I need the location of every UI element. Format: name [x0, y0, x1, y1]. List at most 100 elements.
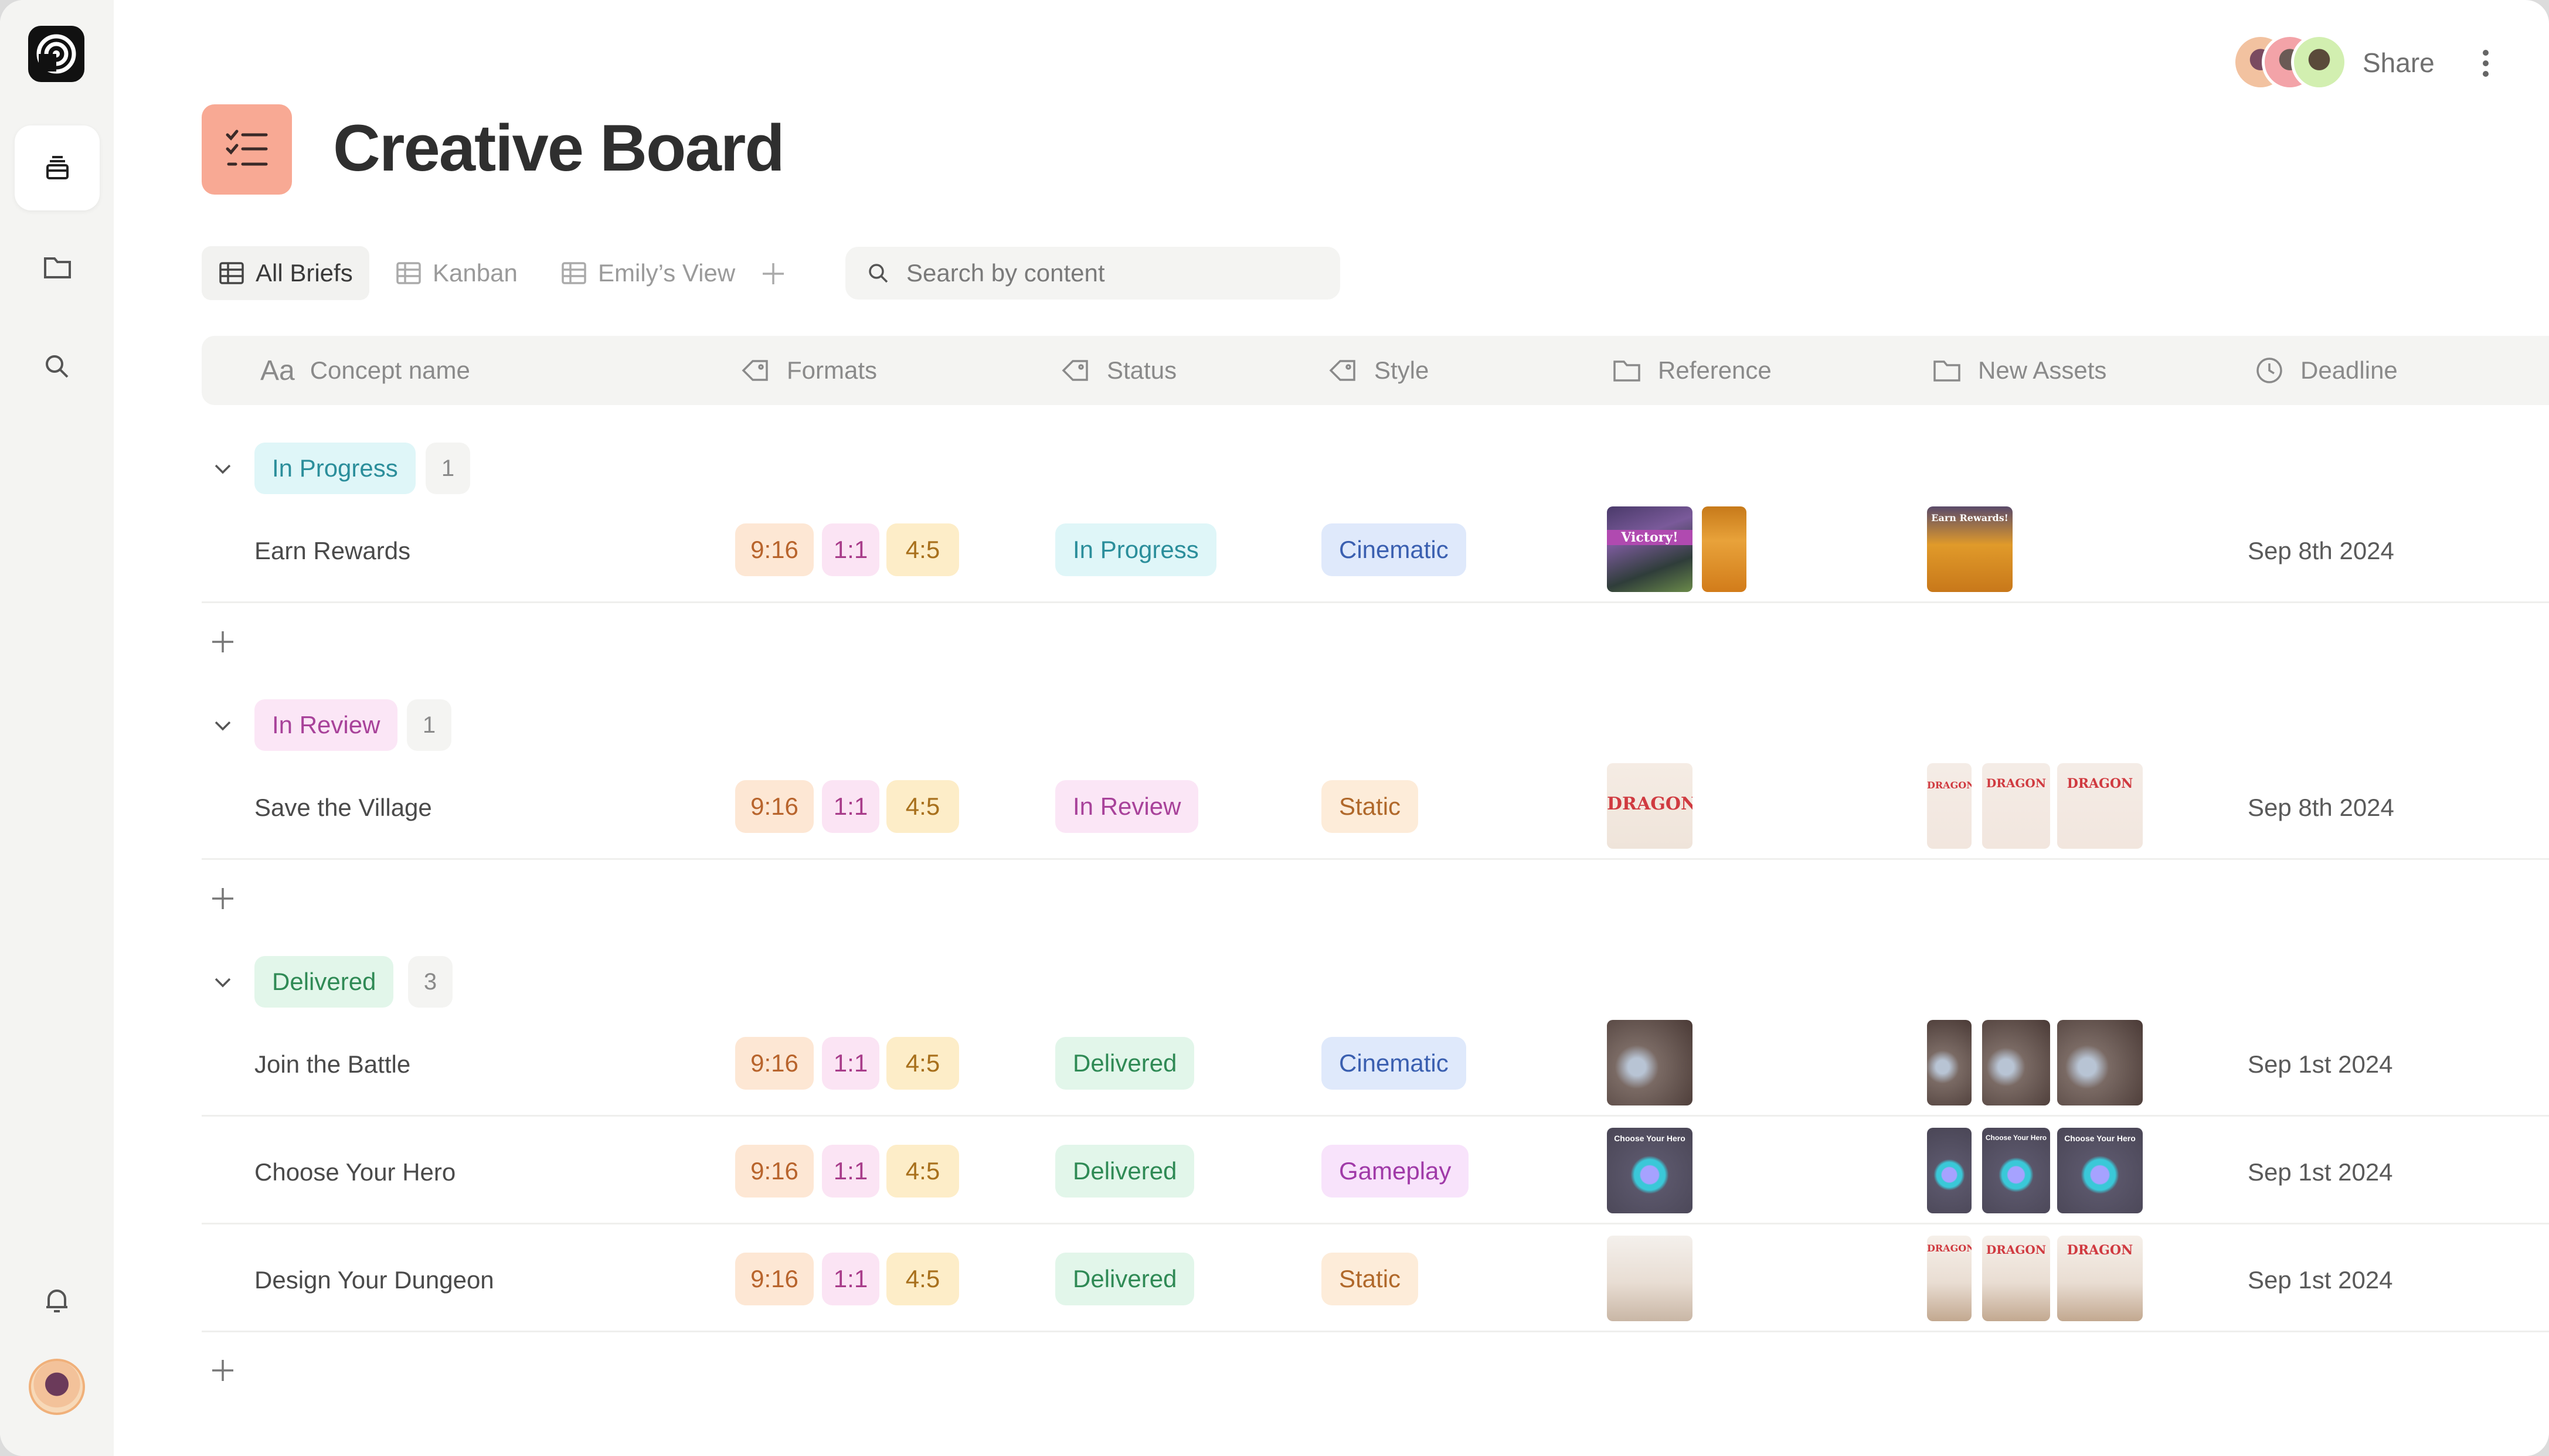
format-tag[interactable]: 4:5 — [886, 1037, 959, 1090]
column-new-assets[interactable]: New Assets — [1931, 336, 2106, 405]
format-tag[interactable]: 4:5 — [886, 523, 959, 576]
deadline-value[interactable]: Sep 8th 2024 — [2248, 794, 2394, 822]
share-button[interactable]: Share — [2363, 47, 2435, 79]
asset-thumbnail[interactable] — [2057, 1020, 2143, 1105]
style-badge[interactable]: Cinematic — [1321, 1037, 1466, 1090]
thumbnail-text: DRAGON — [2067, 776, 2133, 791]
add-row-icon[interactable] — [210, 629, 236, 655]
search-input[interactable] — [905, 258, 1318, 288]
style-badge[interactable]: Static — [1321, 1253, 1419, 1305]
group-label-in-review[interactable]: In Review — [254, 699, 398, 751]
collaborator-avatars[interactable] — [2232, 34, 2350, 90]
more-options-icon[interactable] — [2473, 46, 2499, 81]
search-bar[interactable] — [845, 247, 1340, 300]
tab-emilys-view[interactable]: Emily’s View — [544, 246, 752, 300]
sidebar-item-search[interactable] — [15, 324, 100, 409]
concept-name[interactable]: Join the Battle — [254, 1050, 410, 1079]
app-logo-icon[interactable] — [28, 26, 84, 82]
format-tag[interactable]: 9:16 — [735, 1145, 814, 1198]
add-row-icon[interactable] — [210, 886, 236, 911]
column-label: Concept name — [310, 356, 470, 384]
style-badge[interactable]: Static — [1321, 780, 1419, 833]
status-badge[interactable]: Delivered — [1055, 1037, 1195, 1090]
chevron-down-icon[interactable] — [210, 713, 236, 739]
status-badge[interactable]: In Review — [1055, 780, 1199, 833]
reference-thumbnail[interactable]: Choose Your Hero — [1607, 1128, 1692, 1213]
status-badge[interactable]: In Progress — [1055, 523, 1216, 576]
column-status[interactable]: Status — [1060, 336, 1177, 405]
status-badge[interactable]: Delivered — [1055, 1253, 1195, 1305]
reference-thumbnail[interactable] — [1702, 506, 1746, 592]
thumbnail-text: DRAGON — [1986, 776, 2047, 790]
column-concept-name[interactable]: Aa Concept name — [260, 336, 470, 405]
chevron-down-icon[interactable] — [210, 969, 236, 995]
asset-thumbnail[interactable]: DRAGON — [1982, 763, 2050, 849]
row-divider — [202, 1223, 2549, 1224]
format-tag[interactable]: 4:5 — [886, 1253, 959, 1305]
add-view-icon[interactable] — [761, 261, 786, 286]
chevron-down-icon[interactable] — [210, 456, 236, 482]
status-badge[interactable]: Delivered — [1055, 1145, 1195, 1198]
thumbnail-text: Choose Your Hero — [2064, 1134, 2136, 1143]
folder-icon — [1613, 360, 1640, 382]
column-formats[interactable]: Formats — [740, 336, 877, 405]
column-label: Formats — [787, 356, 878, 384]
deadline-value[interactable]: Sep 1st 2024 — [2248, 1158, 2393, 1186]
bell-icon[interactable] — [39, 1282, 74, 1318]
column-label: Status — [1107, 356, 1177, 384]
column-label: Reference — [1658, 356, 1772, 384]
column-reference[interactable]: Reference — [1611, 336, 1772, 405]
concept-name[interactable]: Design Your Dungeon — [254, 1266, 494, 1294]
asset-thumbnail[interactable]: DRAGON — [1927, 763, 1972, 849]
asset-thumbnail[interactable]: Choose Your Hero — [1982, 1128, 2050, 1213]
deadline-value[interactable]: Sep 8th 2024 — [2248, 537, 2394, 565]
sidebar-item-boards[interactable] — [15, 125, 100, 210]
format-tag[interactable]: 1:1 — [822, 1253, 879, 1305]
format-tag[interactable]: 9:16 — [735, 780, 814, 833]
format-tag[interactable]: 1:1 — [822, 523, 879, 576]
asset-thumbnail[interactable] — [1982, 1020, 2050, 1105]
reference-thumbnail[interactable]: DRAGON — [1607, 763, 1692, 849]
style-badge[interactable]: Cinematic — [1321, 523, 1466, 576]
deadline-value[interactable]: Sep 1st 2024 — [2248, 1266, 2393, 1294]
group-label-delivered[interactable]: Delivered — [254, 956, 394, 1008]
asset-thumbnail[interactable]: DRAGON — [1982, 1236, 2050, 1321]
tab-label: All Briefs — [256, 259, 353, 287]
format-tag[interactable]: 1:1 — [822, 1145, 879, 1198]
tag-icon — [1329, 360, 1355, 381]
tab-all-briefs[interactable]: All Briefs — [202, 246, 369, 300]
column-style[interactable]: Style — [1327, 336, 1429, 405]
group-label-in-progress[interactable]: In Progress — [254, 443, 416, 494]
format-tag[interactable]: 4:5 — [886, 1145, 959, 1198]
app-window: Share Creative Board All Briefs Kanban E… — [0, 0, 2549, 1456]
asset-thumbnail[interactable]: Earn Rewards! — [1927, 506, 2013, 592]
add-row-icon[interactable] — [210, 1358, 236, 1383]
format-tag[interactable]: 9:16 — [735, 523, 814, 576]
reference-thumbnail[interactable] — [1607, 1020, 1692, 1105]
format-tag[interactable]: 9:16 — [735, 1253, 814, 1305]
tab-label: Kanban — [433, 259, 518, 287]
reference-thumbnail[interactable] — [1607, 1236, 1692, 1321]
page-icon[interactable] — [202, 104, 292, 195]
format-tag[interactable]: 1:1 — [822, 1037, 879, 1090]
style-badge[interactable]: Gameplay — [1321, 1145, 1469, 1198]
format-tag[interactable]: 9:16 — [735, 1037, 814, 1090]
concept-name[interactable]: Choose Your Hero — [254, 1158, 456, 1186]
asset-thumbnail[interactable]: DRAGON — [2057, 763, 2143, 849]
tab-kanban[interactable]: Kanban — [379, 246, 534, 300]
asset-thumbnail[interactable] — [1927, 1128, 1972, 1213]
asset-thumbnail[interactable]: DRAGON — [2057, 1236, 2143, 1321]
deadline-value[interactable]: Sep 1st 2024 — [2248, 1050, 2393, 1079]
sidebar-item-files[interactable] — [15, 224, 100, 309]
asset-thumbnail[interactable] — [1927, 1020, 1972, 1105]
format-tag[interactable]: 1:1 — [822, 780, 879, 833]
user-avatar[interactable] — [29, 1359, 85, 1415]
asset-thumbnail[interactable]: DRAGON — [1927, 1236, 1972, 1321]
row-divider — [202, 1331, 2549, 1332]
format-tag[interactable]: 4:5 — [886, 780, 959, 833]
asset-thumbnail[interactable]: Choose Your Hero — [2057, 1128, 2143, 1213]
concept-name[interactable]: Earn Rewards — [254, 537, 410, 565]
reference-thumbnail[interactable]: Victory! — [1607, 506, 1692, 592]
concept-name[interactable]: Save the Village — [254, 794, 432, 822]
column-deadline[interactable]: Deadline — [2254, 336, 2398, 405]
